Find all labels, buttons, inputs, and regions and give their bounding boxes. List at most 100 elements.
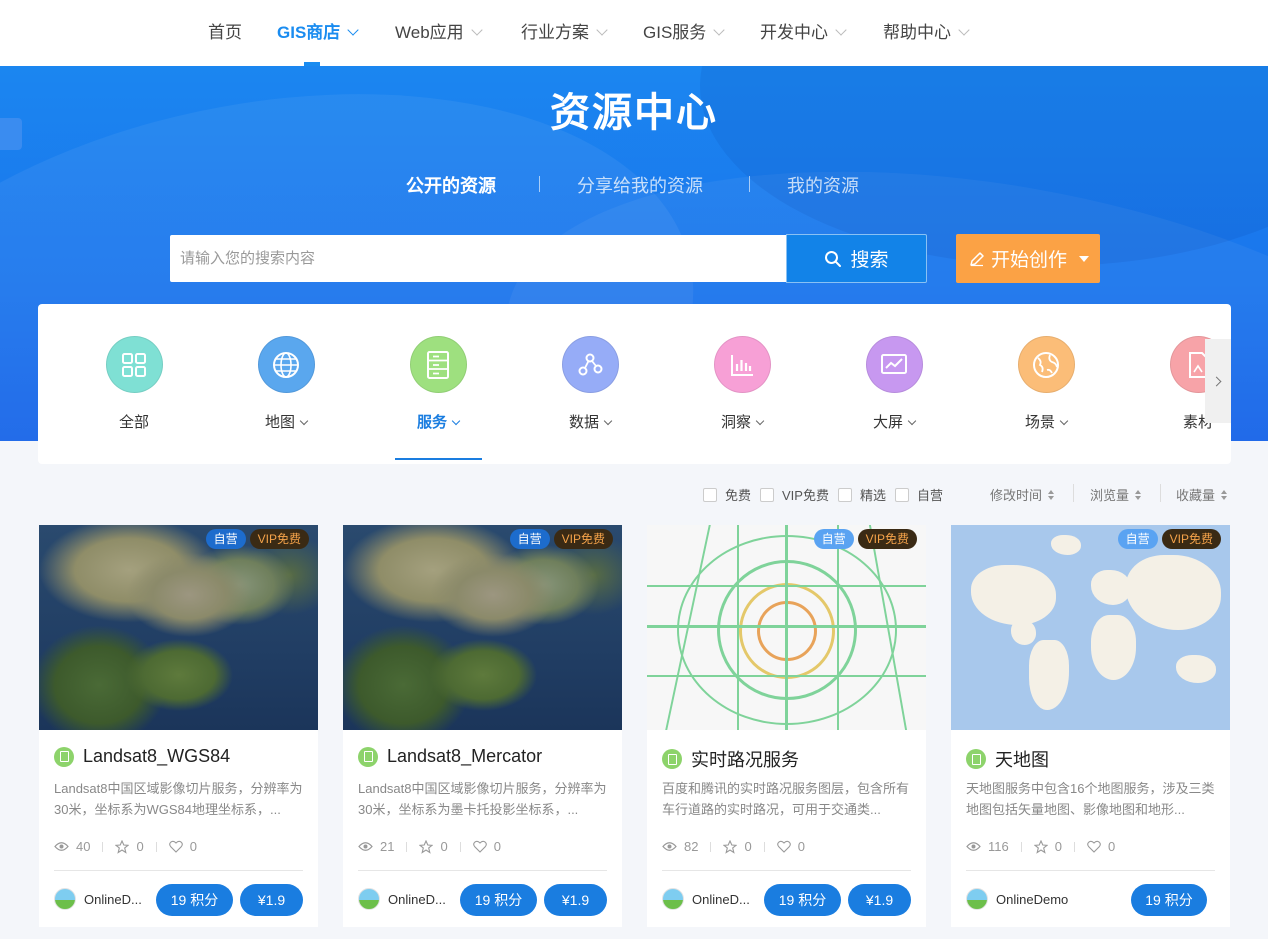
nav-item-help-center[interactable]: 帮助中心 <box>883 0 970 66</box>
category-active-indicator <box>395 458 482 460</box>
card-title[interactable]: 实时路况服务 <box>662 746 799 772</box>
eye-icon <box>54 842 69 851</box>
points-button[interactable]: 19 积分 <box>156 884 233 916</box>
chevron-down-icon <box>603 416 613 426</box>
nav-item-industry[interactable]: 行业方案 <box>521 0 608 66</box>
card-thumbnail[interactable] <box>39 525 318 730</box>
price-button[interactable]: ¥1.9 <box>240 884 303 916</box>
filter-free[interactable]: 免费 <box>703 485 751 504</box>
category-all[interactable]: 全部 <box>74 336 194 432</box>
start-create-button[interactable]: 开始创作 <box>956 234 1100 283</box>
heart-icon[interactable] <box>168 840 183 853</box>
points-button[interactable]: 19 积分 <box>764 884 841 916</box>
points-button[interactable]: 19 积分 <box>460 884 537 916</box>
nav-item-label: 开发中心 <box>760 23 828 42</box>
top-nav: 首页 GIS商店 Web应用 行业方案 GIS服务 开发中心 帮助中心 <box>0 0 1268 66</box>
tab-my-resources[interactable]: 我的资源 <box>787 172 859 198</box>
card-title-text: 实时路况服务 <box>691 750 799 770</box>
checkbox[interactable] <box>760 487 774 502</box>
world-map-image <box>951 525 1230 730</box>
tab-public-resources[interactable]: 公开的资源 <box>406 172 496 198</box>
price-button[interactable]: ¥1.9 <box>848 884 911 916</box>
grid-icon <box>105 336 163 393</box>
card-owner[interactable]: OnlineD... <box>662 888 750 910</box>
search-input[interactable] <box>170 235 786 282</box>
earth-icon <box>1017 336 1075 393</box>
checkbox[interactable] <box>838 487 852 502</box>
chevron-right-icon <box>1211 376 1222 386</box>
resource-card[interactable]: 自营 VIP免费 Landsat8_Mercator Landsat8中国区域影像… <box>343 525 622 927</box>
chevron-down-icon <box>958 24 970 36</box>
chevron-down-icon <box>299 416 309 426</box>
card-title[interactable]: Landsat8_WGS84 <box>54 746 230 767</box>
nav-item-gis-services[interactable]: GIS服务 <box>643 0 725 66</box>
card-divider <box>966 870 1215 871</box>
star-icon[interactable] <box>1033 839 1048 854</box>
page-title: 资源中心 <box>550 91 718 135</box>
sort-modified-time[interactable]: 修改时间 <box>990 485 1055 504</box>
card-owner[interactable]: OnlineD... <box>54 888 142 910</box>
nav-item-dev-center[interactable]: 开发中心 <box>760 0 847 66</box>
card-owner[interactable]: OnlineDemo <box>966 888 1068 910</box>
star-icon[interactable] <box>115 839 130 854</box>
category-service[interactable]: 服务 <box>378 336 498 432</box>
star-icon[interactable] <box>419 839 434 854</box>
card-description: Landsat8中国区域影像切片服务，分辨率为30米，坐标系为墨卡托投影坐标系，… <box>358 781 607 817</box>
resource-card[interactable]: 自营 VIP免费 Landsat8_WGS84 Landsat8中国区域影像切片服… <box>39 525 318 927</box>
heart-icon[interactable] <box>776 840 791 853</box>
like-count: 0 <box>797 839 805 854</box>
view-count: 116 <box>988 839 1009 854</box>
card-title[interactable]: 天地图 <box>966 746 1049 772</box>
category-label: 洞察 <box>720 414 751 431</box>
chevron-down-icon <box>470 24 483 36</box>
search-button[interactable]: 搜索 <box>786 234 927 283</box>
category-label: 地图 <box>264 414 295 431</box>
sort-favorites[interactable]: 收藏量 <box>1176 485 1228 504</box>
heart-icon[interactable] <box>1087 840 1101 853</box>
star-icon[interactable] <box>723 839 738 854</box>
card-title-text: 天地图 <box>995 750 1049 770</box>
category-dashboard[interactable]: 大屏 <box>834 336 954 432</box>
nav-item-home[interactable]: 首页 <box>208 0 242 66</box>
card-thumbnail[interactable] <box>647 525 926 730</box>
card-owner[interactable]: OnlineD... <box>358 888 446 910</box>
category-map[interactable]: 地图 <box>226 336 346 432</box>
checkbox[interactable] <box>895 487 909 502</box>
price-button[interactable]: ¥1.9 <box>544 884 607 916</box>
category-scene[interactable]: 场景 <box>986 336 1106 432</box>
filter-vip-free[interactable]: VIP免费 <box>760 485 829 504</box>
heart-icon[interactable] <box>472 840 487 853</box>
filter-featured[interactable]: 精选 <box>838 485 886 504</box>
sort-views[interactable]: 浏览量 <box>1090 485 1142 504</box>
chevron-down-icon <box>1059 416 1069 426</box>
satellite-image <box>343 525 622 730</box>
service-doc-icon <box>54 746 74 767</box>
category-next-button[interactable] <box>1205 339 1231 423</box>
resource-card[interactable]: 自营 VIP免费 实时路况服务 百度和腾讯的实时路况服务图层，包含所有车行道路的实… <box>647 525 926 927</box>
card-thumbnail[interactable] <box>343 525 622 730</box>
chevron-down-icon <box>755 416 765 426</box>
traffic-map-image <box>647 525 926 730</box>
card-stats: 116 0 0 <box>966 839 1115 854</box>
card-thumbnail[interactable] <box>951 525 1230 730</box>
filter-label: 精选 <box>860 488 887 503</box>
category-data[interactable]: 数据 <box>530 336 650 432</box>
resource-card[interactable]: 自营 VIP免费 天地图 天地图服务中包含16个地图服务，涉及三类地图包括矢量地图… <box>951 525 1230 927</box>
category-insight[interactable]: 洞察 <box>682 336 802 432</box>
nav-item-label: 首页 <box>208 23 242 42</box>
sort-arrows-icon <box>1048 489 1055 500</box>
chevron-down-icon <box>451 416 461 426</box>
card-title[interactable]: Landsat8_Mercator <box>358 746 542 767</box>
line-chart-icon <box>865 336 923 393</box>
tab-shared-resources[interactable]: 分享给我的资源 <box>577 172 703 198</box>
points-button[interactable]: 19 积分 <box>1131 884 1207 916</box>
card-divider <box>662 870 911 871</box>
like-count: 0 <box>493 839 501 854</box>
nav-item-gis-store[interactable]: GIS商店 <box>277 0 359 66</box>
filter-self-operated[interactable]: 自营 <box>895 485 943 504</box>
nav-item-web-apps[interactable]: Web应用 <box>395 0 483 66</box>
like-count: 0 <box>189 839 197 854</box>
chevron-down-icon <box>347 24 359 36</box>
checkbox[interactable] <box>703 487 717 502</box>
avatar <box>662 888 684 910</box>
